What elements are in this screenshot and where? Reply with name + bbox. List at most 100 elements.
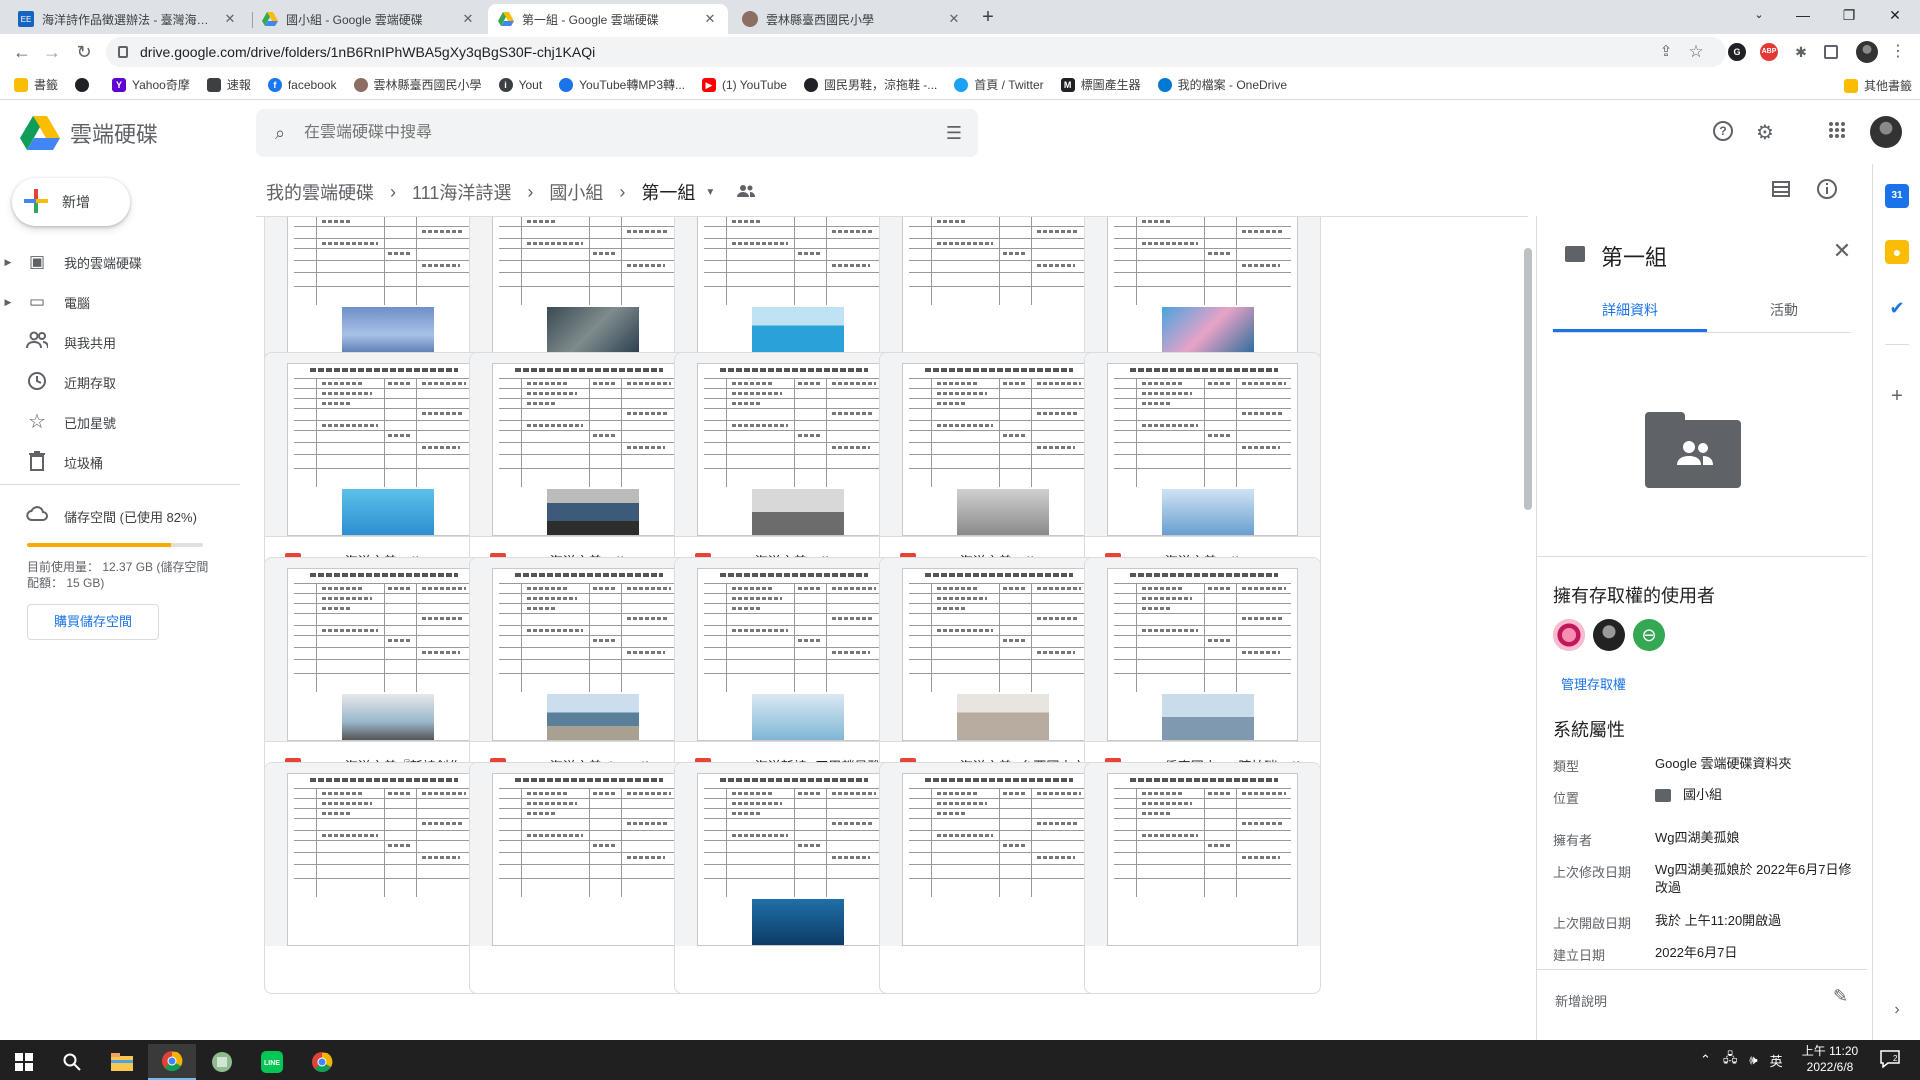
profile-avatar-icon[interactable] (1856, 41, 1878, 63)
bookmark-item[interactable]: 速報 (206, 76, 251, 93)
calendar-icon[interactable]: 31 (1885, 184, 1909, 208)
minimize-button[interactable]: — (1780, 0, 1826, 30)
add-description[interactable]: 新增說明 (1555, 991, 1607, 1010)
file-card[interactable] (1084, 762, 1321, 994)
edit-pencil-icon[interactable]: ✎ (1833, 986, 1848, 1007)
file-card[interactable] (674, 762, 911, 994)
list-view-icon[interactable] (1768, 178, 1794, 204)
new-tab-button[interactable]: + (976, 6, 1000, 30)
chevron-down-icon[interactable]: ▼ (705, 187, 715, 198)
ime-indicator[interactable]: 英 (1770, 1051, 1783, 1070)
nav-recent[interactable]: 近期存取 (0, 366, 240, 398)
breadcrumb-folder[interactable]: 國小組 (547, 179, 605, 205)
close-tab-icon[interactable]: ✕ (460, 11, 476, 27)
extension-1-icon[interactable]: G (1728, 43, 1746, 61)
close-tab-icon[interactable]: ✕ (222, 11, 238, 27)
help-icon[interactable]: ? (1710, 120, 1736, 146)
keep-icon[interactable]: ● (1885, 240, 1909, 264)
windows-start-icon[interactable] (0, 1044, 48, 1080)
bookmark-item[interactable]: 首頁 / Twitter (954, 76, 1044, 93)
bookmark-item[interactable]: 國民男鞋，涼拖鞋 -... (803, 76, 937, 93)
bookmark-item[interactable]: f facebook (267, 77, 337, 92)
file-explorer-icon[interactable] (98, 1044, 146, 1080)
bookmark-item[interactable]: M 標圖產生器 (1060, 76, 1141, 93)
bookmark-item[interactable]: ▶ (1) YouTube (702, 77, 787, 92)
nav-trash[interactable]: 垃圾桶 (0, 446, 240, 478)
search-icon[interactable] (48, 1044, 96, 1080)
reload-icon[interactable]: ↻ (72, 40, 96, 64)
volume-icon[interactable]: 🕪 (1749, 1052, 1757, 1068)
file-card[interactable]: PDF169海洋之美.pdf (264, 352, 501, 584)
file-card[interactable]: PDF145海洋新詩--四甲趙星雅.... (674, 557, 911, 789)
app-taskbar-icon[interactable] (198, 1044, 246, 1080)
share-icon[interactable]: ⇪ (1654, 40, 1678, 64)
manage-access-link[interactable]: 管理存取權 (1561, 674, 1626, 693)
user-avatar[interactable] (1553, 619, 1585, 651)
file-card[interactable]: PDF157海洋之美.pdf (879, 352, 1116, 584)
other-bookmarks[interactable]: 其他書籤 (1843, 77, 1912, 94)
file-card[interactable] (264, 762, 501, 994)
new-button[interactable]: 新增 (12, 178, 130, 226)
drive-logo[interactable]: 雲端硬碟 (20, 116, 158, 150)
omnibox[interactable]: drive.google.com/drive/folders/1nB6RnIPh… (106, 37, 1726, 67)
add-addon-icon[interactable]: + (1885, 384, 1909, 408)
tasks-icon[interactable]: ✔ (1885, 296, 1909, 320)
close-tab-icon[interactable]: ✕ (702, 11, 718, 27)
nav-starred[interactable]: ☆ 已加星號 (0, 406, 240, 438)
buy-storage-button[interactable]: 購買儲存空間 (27, 604, 159, 640)
bookmark-item[interactable] (75, 77, 95, 92)
nav-shared-with-me[interactable]: 與我共用 (0, 326, 240, 358)
tab-search-icon[interactable]: ⌄ (1736, 0, 1782, 30)
browser-tab-4[interactable]: 雲林縣臺西國民小學 ✕ (732, 4, 972, 34)
network-icon[interactable]: 🖧 (1723, 1049, 1738, 1071)
clock[interactable]: 上午 11:20 2022/6/8 (1790, 1043, 1870, 1075)
restore-button[interactable]: ❐ (1826, 0, 1872, 30)
breadcrumb-folder[interactable]: 111海洋詩選 (410, 179, 513, 205)
file-card[interactable]: PDF165海洋之美.pdf (469, 352, 706, 584)
close-tab-icon[interactable]: ✕ (946, 11, 962, 27)
bookmark-folder[interactable]: 書籤 (14, 76, 58, 93)
search-options-icon[interactable]: ☰ (930, 123, 978, 144)
notification-center-icon[interactable]: 2 (1880, 1050, 1900, 1073)
expand-arrow-icon[interactable]: ▶ (0, 257, 16, 268)
close-window-button[interactable]: ✕ (1872, 0, 1918, 30)
bookmark-item[interactable]: 雲林縣臺西國民小學 (353, 76, 482, 93)
chrome-taskbar-icon[interactable] (148, 1044, 196, 1080)
settings-gear-icon[interactable]: ⚙ (1752, 120, 1778, 146)
nav-computers[interactable]: ▶ ▭ 電腦 (0, 286, 240, 318)
line-icon[interactable]: LINE (248, 1044, 296, 1080)
breadcrumb-my-drive[interactable]: 我的雲端硬碟 (264, 179, 376, 205)
nav-storage[interactable]: 儲存空間 (已使用 82%) (0, 500, 240, 532)
bookmark-item[interactable]: i Yout (498, 77, 542, 92)
bookmark-item[interactable]: YouTube轉MP3轉... (559, 76, 685, 93)
search-icon[interactable]: ⌕ (256, 123, 304, 144)
file-card[interactable]: PDF153海洋之美.pdf (1084, 352, 1321, 584)
file-card[interactable]: PDF149海洋之美『新詩創作』... (264, 557, 501, 789)
browser-tab-1[interactable]: EE 海洋詩作品徵選辦法 - 臺灣海洋... ✕ (8, 4, 248, 34)
chrome-profile-taskbar-icon[interactable] (298, 1044, 346, 1080)
file-card[interactable]: PDF149海洋之美.doc.pdf (469, 557, 706, 789)
file-card[interactable]: PDF141海洋之美--台西國小六... (879, 557, 1116, 789)
adblock-icon[interactable]: ABP (1760, 43, 1778, 61)
bookmark-item[interactable]: 我的檔案 - OneDrive (1157, 76, 1287, 93)
bookmark-item[interactable]: Y Yahoo奇摩 (112, 76, 190, 93)
close-icon[interactable]: ✕ (1827, 236, 1857, 266)
file-card[interactable]: PDF161海洋之美.pdf (674, 352, 911, 584)
info-icon[interactable] (1814, 178, 1840, 204)
back-icon[interactable]: ← (10, 40, 34, 64)
tab-details[interactable]: 詳細資料 (1553, 288, 1707, 332)
chevron-right-icon[interactable]: › (1885, 998, 1909, 1022)
file-card[interactable] (879, 762, 1116, 994)
file-card[interactable]: PDF137僑真國小401陳柏瑞.pdf (1084, 557, 1321, 789)
tray-expand-icon[interactable]: ⌃ (1700, 1052, 1711, 1068)
expand-arrow-icon[interactable]: ▶ (0, 297, 16, 308)
search-input[interactable] (304, 124, 930, 142)
scrollbar[interactable] (1524, 248, 1532, 510)
breadcrumb-current-folder[interactable]: 第一組 (639, 179, 697, 205)
bookmark-star-icon[interactable]: ☆ (1684, 40, 1708, 64)
search-bar[interactable]: ⌕ ☰ (256, 109, 978, 157)
chrome-menu-icon[interactable]: ⋮ (1886, 40, 1910, 64)
apps-grid-icon[interactable] (1824, 120, 1850, 146)
side-panel-icon[interactable] (1824, 45, 1838, 59)
browser-tab-2[interactable]: 國小組 - Google 雲端硬碟 ✕ (252, 4, 486, 34)
